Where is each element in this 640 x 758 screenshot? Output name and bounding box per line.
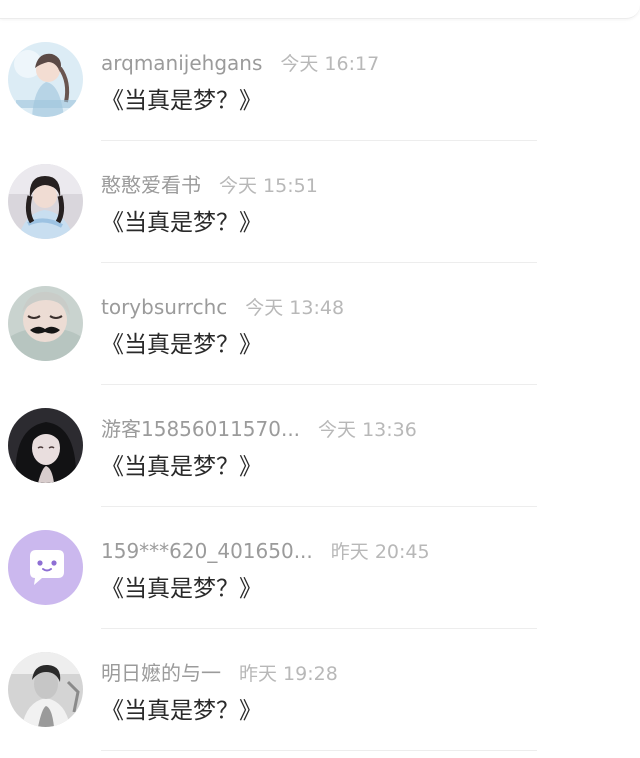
comment-meta: torybsurrchc 今天 13:48 [101, 293, 344, 321]
comment-meta: 憨憨爱看书 今天 15:51 [101, 171, 318, 199]
photo-mustache-mask-icon [8, 286, 83, 361]
avatar[interactable] [8, 408, 83, 483]
comment-item[interactable]: torybsurrchc 今天 13:48 《当真是梦？》 [0, 263, 640, 385]
avatar[interactable] [8, 652, 83, 727]
photo-girl-light-icon [8, 42, 83, 117]
comment-text: 《当真是梦？》 [101, 210, 262, 236]
top-bar [0, 0, 640, 19]
comment-meta: 明日嬷的与一 昨天 19:28 [101, 659, 338, 687]
photo-anime-girl-icon [8, 408, 83, 483]
divider [101, 750, 537, 751]
username[interactable]: arqmanijehgans [101, 51, 262, 75]
comment-text: 《当真是梦？》 [101, 88, 262, 114]
timestamp: 今天 15:51 [219, 175, 318, 197]
username[interactable]: 游客15856011570... [101, 417, 300, 441]
timestamp: 今天 13:48 [245, 297, 345, 319]
avatar[interactable] [8, 286, 83, 361]
avatar[interactable] [8, 164, 83, 239]
default-chat-bubble-icon [8, 530, 83, 605]
comment-item[interactable]: 159***620_401650... 昨天 20:45 《当真是梦？》 [0, 507, 640, 629]
timestamp: 昨天 20:45 [330, 541, 430, 563]
username[interactable]: torybsurrchc [101, 295, 227, 319]
timestamp: 昨天 19:28 [239, 663, 338, 685]
username[interactable]: 憨憨爱看书 [101, 173, 201, 197]
comment-meta: arqmanijehgans 今天 16:17 [101, 49, 379, 77]
comment-text: 《当真是梦？》 [101, 332, 262, 358]
comment-text: 《当真是梦？》 [101, 454, 262, 480]
photo-girl-hanfu-icon [8, 164, 83, 239]
comment-item[interactable]: 游客15856011570... 今天 13:36 《当真是梦？》 [0, 385, 640, 507]
username[interactable]: 明日嬷的与一 [101, 661, 221, 685]
timestamp: 今天 13:36 [318, 419, 417, 441]
comment-item[interactable]: 明日嬷的与一 昨天 19:28 《当真是梦？》 [0, 629, 640, 751]
comment-item[interactable]: 憨憨爱看书 今天 15:51 《当真是梦？》 [0, 141, 640, 263]
comment-text: 《当真是梦？》 [101, 698, 262, 724]
comment-meta: 159***620_401650... 昨天 20:45 [101, 537, 430, 565]
comment-item[interactable]: arqmanijehgans 今天 16:17 《当真是梦？》 [0, 19, 640, 141]
comment-list: arqmanijehgans 今天 16:17 《当真是梦？》 憨憨爱看书 今天 1… [0, 19, 640, 751]
comment-meta: 游客15856011570... 今天 13:36 [101, 415, 417, 443]
username[interactable]: 159***620_401650... [101, 539, 313, 563]
avatar[interactable] [8, 530, 83, 605]
comment-text: 《当真是梦？》 [101, 576, 262, 602]
avatar[interactable] [8, 42, 83, 117]
photo-bw-boy-icon [8, 652, 83, 727]
timestamp: 今天 16:17 [280, 53, 380, 75]
